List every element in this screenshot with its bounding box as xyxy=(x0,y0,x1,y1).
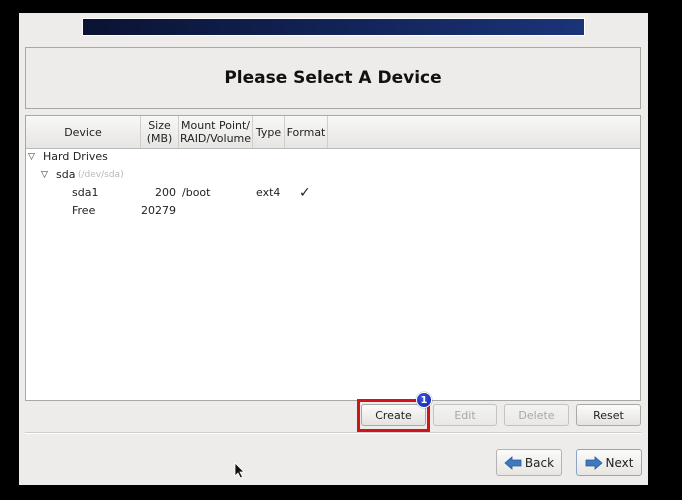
tree-row-free[interactable]: Free 20279 xyxy=(26,202,640,220)
tree-row-sda[interactable]: ▽ sda (/dev/sda) xyxy=(26,166,640,184)
tree-row-sda1[interactable]: sda1 200 /boot ext4 ✓ xyxy=(26,184,640,202)
next-button[interactable]: Next xyxy=(576,449,642,476)
expander-icon[interactable]: ▽ xyxy=(41,166,48,184)
device-tree[interactable]: Device Size (MB) Mount Point/ RAID/Volum… xyxy=(25,115,641,401)
next-arrow-icon xyxy=(585,455,603,470)
tree-header: Device Size (MB) Mount Point/ RAID/Volum… xyxy=(26,116,640,149)
delete-button[interactable]: Delete xyxy=(504,404,569,426)
column-header-mount-point[interactable]: Mount Point/ RAID/Volume xyxy=(179,116,253,148)
column-header-device[interactable]: Device xyxy=(26,116,141,148)
format-check-icon: ✓ xyxy=(299,185,311,201)
back-button[interactable]: Back xyxy=(496,449,562,476)
annotation-step-badge: 1 xyxy=(416,392,432,408)
edit-button[interactable]: Edit xyxy=(433,404,497,426)
title-panel: Please Select A Device xyxy=(25,47,641,109)
page-title: Please Select A Device xyxy=(224,68,442,88)
column-header-size[interactable]: Size (MB) xyxy=(141,116,179,148)
tree-row-hard-drives[interactable]: ▽ Hard Drives xyxy=(26,148,640,166)
expander-icon[interactable]: ▽ xyxy=(28,148,35,166)
separator xyxy=(25,432,641,434)
installer-window: Please Select A Device Device Size (MB) … xyxy=(19,13,648,485)
reset-button[interactable]: Reset xyxy=(576,404,641,426)
back-arrow-icon xyxy=(504,455,522,470)
header-banner xyxy=(82,18,585,36)
column-header-format[interactable]: Format xyxy=(285,116,328,148)
mouse-cursor-icon xyxy=(234,462,245,479)
column-header-type[interactable]: Type xyxy=(253,116,285,148)
